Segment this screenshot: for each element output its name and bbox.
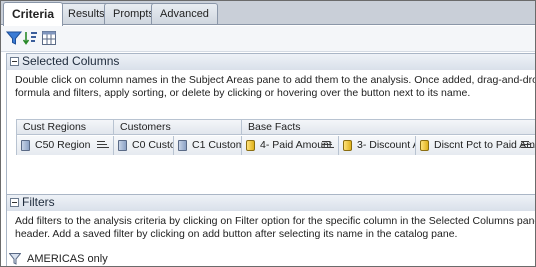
folder-cust-regions: Cust Regions bbox=[17, 120, 114, 135]
column-label: C0 Customer bbox=[132, 139, 173, 151]
funnel-icon bbox=[8, 253, 22, 265]
column-options-icon[interactable] bbox=[322, 140, 334, 150]
folder-customers: Customers bbox=[114, 120, 242, 135]
collapse-icon[interactable] bbox=[10, 198, 19, 207]
filter-label: AMERICAS only bbox=[27, 253, 108, 265]
measure-column-icon bbox=[246, 140, 255, 151]
measure-column-icon bbox=[420, 140, 429, 151]
section-title: Filters bbox=[22, 195, 55, 209]
column-c50-region[interactable]: C50 Region bbox=[17, 136, 114, 155]
column-c0-customer[interactable]: C0 Customer bbox=[114, 136, 174, 155]
column-label: C1 Custome bbox=[192, 139, 241, 151]
filter-item[interactable]: AMERICAS only bbox=[8, 253, 108, 265]
filters-help-line-2: header. Add a saved filter by clicking o… bbox=[15, 228, 458, 240]
column-options-icon[interactable] bbox=[521, 140, 533, 150]
column-options-icon[interactable] bbox=[97, 140, 109, 150]
section-title: Selected Columns bbox=[22, 54, 120, 68]
attribute-column-icon bbox=[21, 140, 30, 151]
attribute-column-icon bbox=[118, 140, 127, 151]
tab-criteria[interactable]: Criteria bbox=[3, 2, 64, 26]
filter-icon[interactable] bbox=[5, 30, 23, 46]
selected-columns-help-line-2: formula and filters, apply sorting, or d… bbox=[15, 87, 471, 99]
measure-column-icon bbox=[343, 140, 352, 151]
column-c1-customer[interactable]: C1 Custome bbox=[174, 136, 242, 155]
tab-bar: Criteria Results Prompts Advanced bbox=[1, 1, 535, 26]
selected-columns-strip: Cust Regions Customers Base Facts C50 Re… bbox=[16, 119, 535, 155]
tab-advanced[interactable]: Advanced bbox=[151, 3, 218, 24]
selected-columns-help-line-1: Double click on column names in the Subj… bbox=[15, 74, 535, 86]
column-properties-icon[interactable] bbox=[41, 30, 57, 46]
collapse-icon[interactable] bbox=[10, 57, 19, 66]
column-label: 3- Discount Am bbox=[357, 139, 415, 151]
sort-icon[interactable] bbox=[22, 30, 39, 46]
filters-help-line-1: Add filters to the analysis criteria by … bbox=[15, 215, 535, 227]
column-paid-amount[interactable]: 4- Paid Amount bbox=[242, 136, 339, 155]
column-label: C50 Region bbox=[35, 139, 91, 151]
criteria-toolbar bbox=[1, 26, 535, 52]
analysis-editor: Criteria Results Prompts Advanced Select… bbox=[0, 0, 536, 267]
attribute-column-icon bbox=[178, 140, 187, 151]
selected-columns-header[interactable]: Selected Columns bbox=[6, 53, 535, 70]
folder-base-facts: Base Facts bbox=[242, 120, 535, 135]
column-discount-amount[interactable]: 3- Discount Am bbox=[339, 136, 416, 155]
column-discount-pct-to-paid-amt[interactable]: Discnt Pct to Paid Amt bbox=[416, 136, 535, 155]
filters-header[interactable]: Filters bbox=[6, 194, 535, 211]
